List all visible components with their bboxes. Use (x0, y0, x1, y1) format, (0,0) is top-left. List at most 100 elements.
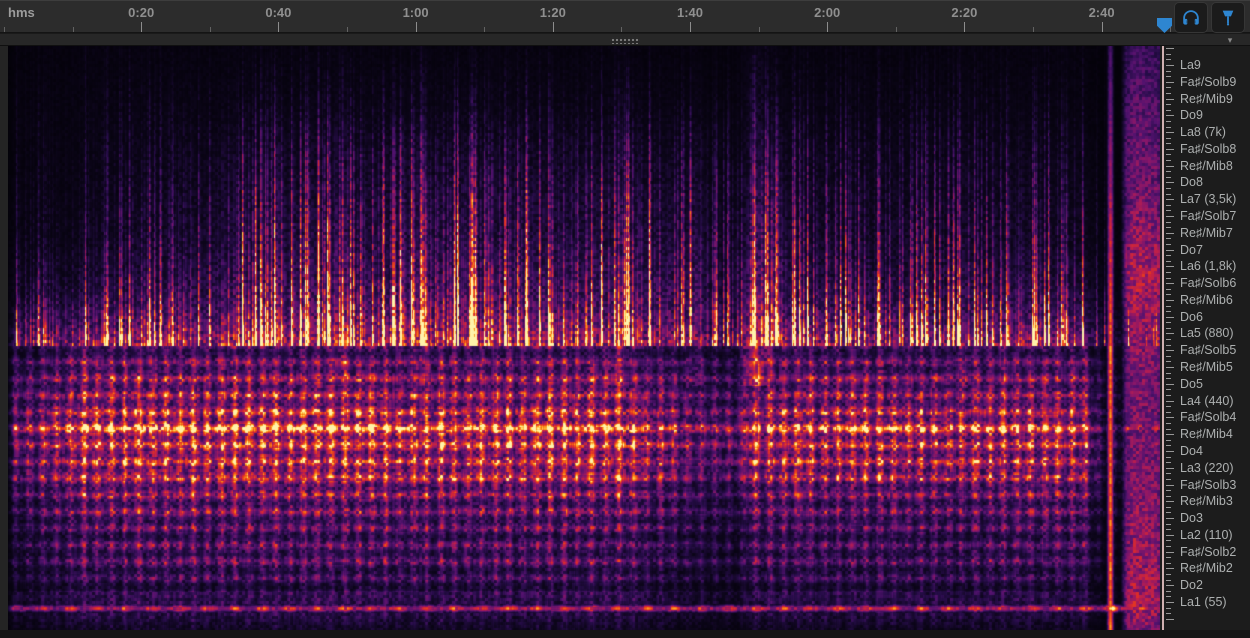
note-tick (1166, 222, 1171, 223)
time-tick (553, 22, 554, 32)
note-tick (1166, 322, 1171, 323)
note-tick (1166, 384, 1174, 385)
note-tick (1166, 552, 1174, 553)
time-tick (73, 27, 74, 32)
note-tick (1166, 250, 1174, 251)
time-tick (1102, 22, 1103, 32)
note-label: Re♯/Mib9 (1180, 92, 1233, 106)
note-label: Re♯/Mib3 (1180, 494, 1233, 508)
note-label: Fa♯/Solb9 (1180, 75, 1236, 89)
note-tick (1166, 585, 1174, 586)
pitch-ruler[interactable]: La9Fa♯/Solb9Re♯/Mib9Do9La8 (7k)Fa♯/Solb8… (1160, 46, 1250, 630)
note-tick (1166, 132, 1174, 133)
time-tick (964, 22, 965, 32)
note-tick (1166, 389, 1171, 390)
note-tick (1166, 194, 1171, 195)
spectrogram-canvas[interactable] (8, 46, 1160, 630)
note-label: La2 (110) (1180, 528, 1233, 542)
note-tick (1166, 272, 1171, 273)
note-tick (1166, 412, 1171, 413)
note-tick (1166, 512, 1171, 513)
note-tick (1166, 378, 1171, 379)
note-tick (1166, 434, 1174, 435)
note-label: Fa♯/Solb7 (1180, 209, 1236, 223)
note-tick (1166, 602, 1174, 603)
note-label: Re♯/Mib8 (1180, 159, 1233, 173)
note-tick (1166, 160, 1171, 161)
note-tick (1166, 417, 1174, 418)
note-tick (1166, 71, 1171, 72)
note-label: La6 (1,8k) (1180, 259, 1236, 273)
note-tick (1166, 127, 1171, 128)
horizontal-scrollbar[interactable]: ▾ (0, 33, 1250, 46)
note-tick (1166, 557, 1171, 558)
note-tick (1166, 540, 1171, 541)
note-tick (1166, 104, 1171, 105)
ruler-options-dropdown-icon[interactable]: ▾ (1222, 34, 1238, 46)
time-tick (690, 22, 691, 32)
note-tick (1166, 328, 1171, 329)
time-tick-label: 0:20 (128, 5, 154, 20)
note-label: La1 (55) (1180, 595, 1227, 609)
note-tick (1166, 490, 1171, 491)
note-label: La3 (220) (1180, 461, 1234, 475)
note-tick (1166, 171, 1171, 172)
time-tick-label: 2:20 (951, 5, 977, 20)
time-tick (621, 27, 622, 32)
note-label: La4 (440) (1180, 394, 1234, 408)
pushpin-icon (1217, 7, 1239, 29)
note-label: Do2 (1180, 578, 1203, 592)
note-label: Do8 (1180, 175, 1203, 189)
note-tick (1166, 546, 1171, 547)
spectral-editor-window: { "time_ruler": { "unit_label": "hms", "… (0, 0, 1250, 638)
scrollbar-grip[interactable] (610, 37, 640, 44)
note-tick (1166, 255, 1171, 256)
note-tick (1166, 345, 1171, 346)
note-tick (1166, 115, 1174, 116)
note-tick (1166, 65, 1174, 66)
note-tick (1166, 205, 1171, 206)
time-tick (278, 22, 279, 32)
note-tick (1166, 87, 1171, 88)
note-tick (1166, 501, 1174, 502)
note-tick (1166, 406, 1171, 407)
pin-button[interactable] (1211, 2, 1245, 33)
note-tick (1166, 266, 1174, 267)
note-label: Fa♯/Solb4 (1180, 410, 1236, 424)
note-tick (1166, 317, 1174, 318)
note-label: Re♯/Mib5 (1180, 360, 1233, 374)
note-tick (1166, 468, 1174, 469)
time-tick-label: 0:40 (265, 5, 291, 20)
note-tick (1166, 591, 1171, 592)
note-tick (1166, 608, 1171, 609)
note-tick (1166, 110, 1171, 111)
note-tick (1166, 373, 1171, 374)
time-unit-label: hms (8, 5, 35, 20)
monitor-button[interactable] (1174, 2, 1208, 33)
note-tick (1166, 339, 1171, 340)
note-tick (1166, 143, 1171, 144)
time-tick (484, 27, 485, 32)
note-tick (1166, 233, 1174, 234)
note-tick (1166, 294, 1171, 295)
time-tick (416, 22, 417, 32)
note-tick (1166, 423, 1171, 424)
note-tick (1166, 54, 1171, 55)
time-tick (827, 22, 828, 32)
note-label: Fa♯/Solb2 (1180, 545, 1236, 559)
note-tick (1166, 244, 1171, 245)
note-tick (1166, 395, 1171, 396)
note-tick (1166, 210, 1171, 211)
time-tick-label: 1:40 (677, 5, 703, 20)
note-tick (1166, 507, 1171, 508)
time-ruler[interactable]: hms 0:200:401:001:201:402:002:202:40 (0, 0, 1250, 33)
note-tick (1166, 529, 1171, 530)
note-tick (1166, 199, 1174, 200)
note-tick (1166, 283, 1174, 284)
note-label: Fa♯/Solb3 (1180, 478, 1236, 492)
time-tick-label: 1:20 (540, 5, 566, 20)
note-tick (1166, 356, 1171, 357)
note-tick (1166, 580, 1171, 581)
time-tick (210, 27, 211, 32)
note-label: Do4 (1180, 444, 1203, 458)
